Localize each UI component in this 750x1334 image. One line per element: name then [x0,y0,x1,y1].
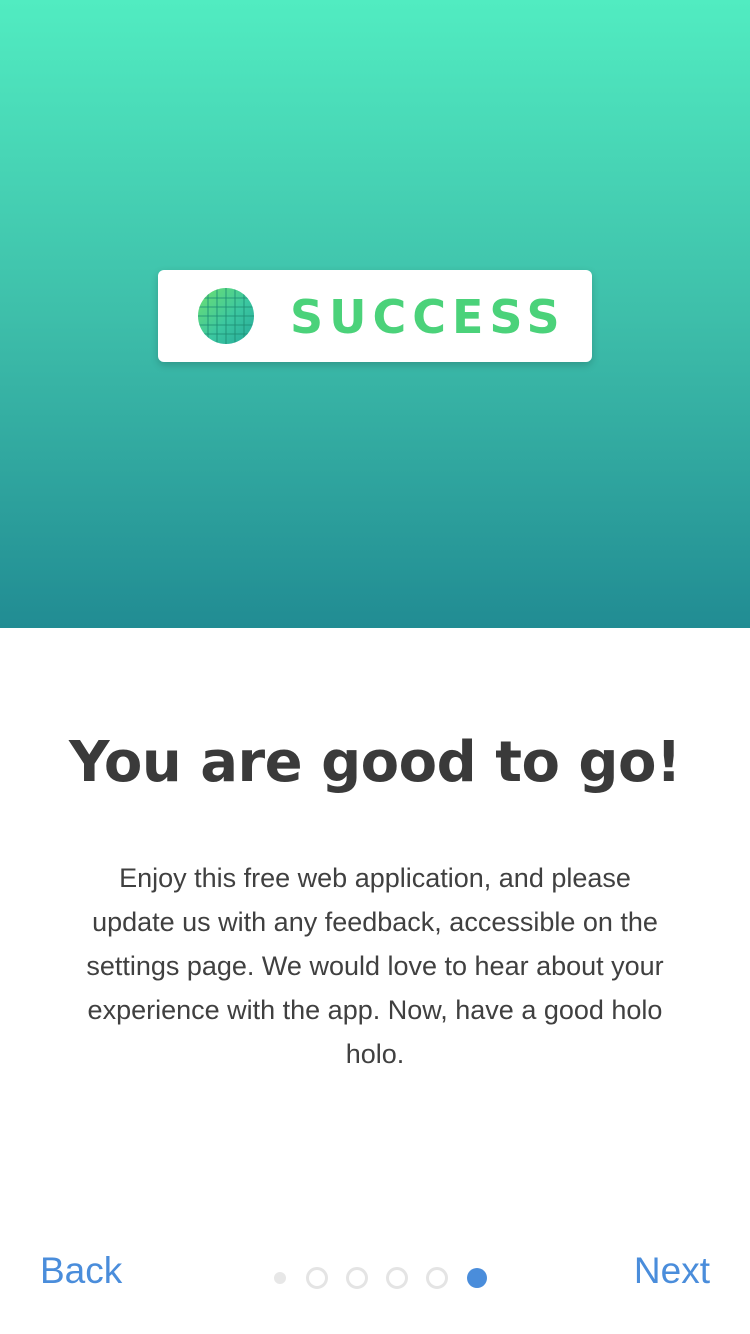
description-text: Enjoy this free web application, and ple… [86,863,664,1069]
next-button[interactable]: Next [634,1246,710,1296]
page-title: You are good to go! [68,730,682,795]
page-dot-4[interactable] [386,1267,408,1289]
hero-banner: SUCCESS [0,0,750,628]
page-dot-3[interactable] [346,1267,368,1289]
page-dot-1[interactable] [274,1272,286,1284]
back-button[interactable]: Back [40,1246,122,1296]
success-label: SUCCESS [290,290,566,344]
page-dot-6-active[interactable] [467,1268,487,1288]
page-dot-5[interactable] [426,1267,448,1289]
page-dot-2[interactable] [306,1267,328,1289]
globe-grid-icon [198,288,254,344]
success-badge: SUCCESS [158,270,592,362]
page-indicator [272,1266,492,1290]
onboarding-screen: SUCCESS You are good to go! Enjoy this f… [0,0,750,1334]
